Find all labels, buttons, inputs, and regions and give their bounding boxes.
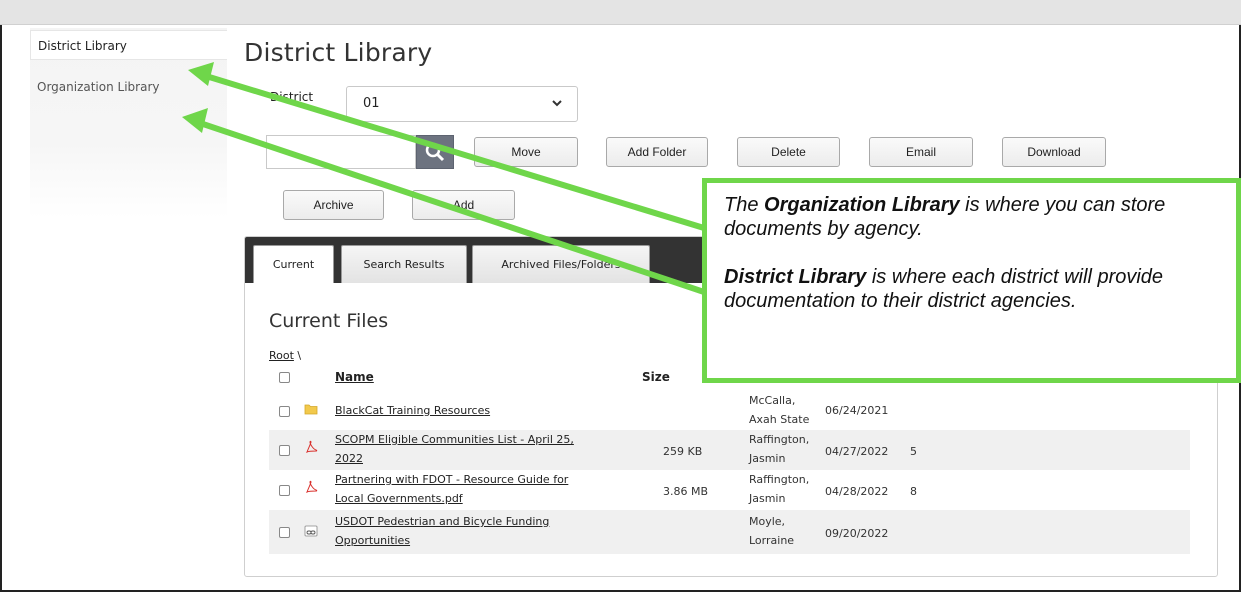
row-checkbox[interactable]: [279, 406, 290, 417]
column-header-size[interactable]: Size: [642, 370, 670, 384]
modified-date: 09/20/2022: [825, 527, 889, 540]
modified-date: 06/24/2021: [825, 404, 889, 417]
owner-line2: Lorraine: [749, 534, 795, 547]
table-row: SCOPM Eligible Communities List - April …: [269, 430, 1190, 470]
breadcrumb-separator: \: [297, 349, 302, 362]
nav-item-label: District Library: [38, 39, 127, 53]
row-checkbox[interactable]: [279, 485, 290, 496]
select-all-checkbox[interactable]: [279, 372, 290, 383]
download-count: 5: [910, 445, 917, 458]
file-link-line1[interactable]: Partnering with FDOT - Resource Guide fo…: [335, 473, 568, 486]
top-bar: [0, 0, 1241, 25]
section-title: Current Files: [269, 310, 389, 332]
modified-date: 04/27/2022: [825, 445, 889, 458]
move-button[interactable]: Move: [474, 137, 578, 167]
modified-date: 04/28/2022: [825, 485, 889, 498]
callout-paragraph-district: District Library is where each district …: [724, 265, 1218, 313]
file-size: 3.86 MB: [663, 485, 709, 498]
library-nav: District Library Organization Library: [30, 28, 227, 218]
archive-button[interactable]: Archive: [283, 190, 384, 220]
download-button[interactable]: Download: [1002, 137, 1106, 167]
file-size: 259 KB: [663, 445, 703, 458]
callout-text: The: [724, 194, 765, 216]
search-input[interactable]: [266, 135, 416, 169]
district-select-value: 01: [363, 96, 380, 111]
file-link-line1[interactable]: USDOT Pedestrian and Bicycle Funding: [335, 515, 549, 528]
owner-line2: Jasmin: [749, 452, 786, 465]
table-row: BlackCat Training Resources McCalla, Axa…: [269, 392, 1190, 430]
callout-paragraph-organization: The Organization Library is where you ca…: [724, 193, 1218, 241]
district-select[interactable]: 01: [346, 86, 578, 122]
link-icon: [304, 525, 318, 537]
callout-bold: Organization Library: [764, 194, 960, 216]
file-link[interactable]: BlackCat Training Resources: [335, 404, 490, 417]
tab-archived-files-folders[interactable]: Archived Files/Folders: [472, 245, 650, 283]
tab-current[interactable]: Current: [253, 245, 334, 283]
table-row: USDOT Pedestrian and Bicycle Funding Opp…: [269, 510, 1190, 554]
chevron-down-icon: [551, 87, 563, 134]
file-link-line1[interactable]: SCOPM Eligible Communities List - April …: [335, 433, 574, 446]
delete-button[interactable]: Delete: [737, 137, 840, 167]
folder-icon: [304, 404, 318, 415]
owner-line2: Axah State: [749, 413, 810, 426]
row-checkbox[interactable]: [279, 527, 290, 538]
tab-search-results[interactable]: Search Results: [341, 245, 467, 283]
search-icon: [425, 142, 445, 162]
add-button[interactable]: Add: [412, 190, 515, 220]
breadcrumb-root-link[interactable]: Root: [269, 349, 294, 362]
page-title: District Library: [244, 38, 433, 67]
pdf-icon: [306, 440, 318, 454]
table-row: Partnering with FDOT - Resource Guide fo…: [269, 470, 1190, 510]
file-link-line2[interactable]: Local Governments.pdf: [335, 492, 463, 505]
owner-line1: Moyle,: [749, 515, 786, 528]
owner-line1: Raffington,: [749, 473, 810, 486]
search-button[interactable]: [416, 135, 454, 169]
nav-item-organization-library[interactable]: Organization Library: [30, 72, 227, 102]
nav-item-label: Organization Library: [37, 80, 160, 94]
file-link-line2[interactable]: Opportunities: [335, 534, 410, 547]
add-folder-button[interactable]: Add Folder: [606, 137, 708, 167]
file-link-line2[interactable]: 2022: [335, 452, 363, 465]
column-header-name[interactable]: Name: [335, 370, 374, 384]
download-count: 8: [910, 485, 917, 498]
nav-item-district-library[interactable]: District Library: [30, 30, 227, 60]
owner-line1: McCalla,: [749, 394, 796, 407]
email-button[interactable]: Email: [869, 137, 973, 167]
pdf-icon: [306, 480, 318, 494]
owner-line1: Raffington,: [749, 433, 810, 446]
annotation-callout: The Organization Library is where you ca…: [702, 178, 1241, 383]
breadcrumb: Root \: [269, 349, 301, 362]
district-label: District: [270, 90, 314, 104]
callout-bold: District Library: [724, 266, 867, 288]
row-checkbox[interactable]: [279, 445, 290, 456]
owner-line2: Jasmin: [749, 492, 786, 505]
